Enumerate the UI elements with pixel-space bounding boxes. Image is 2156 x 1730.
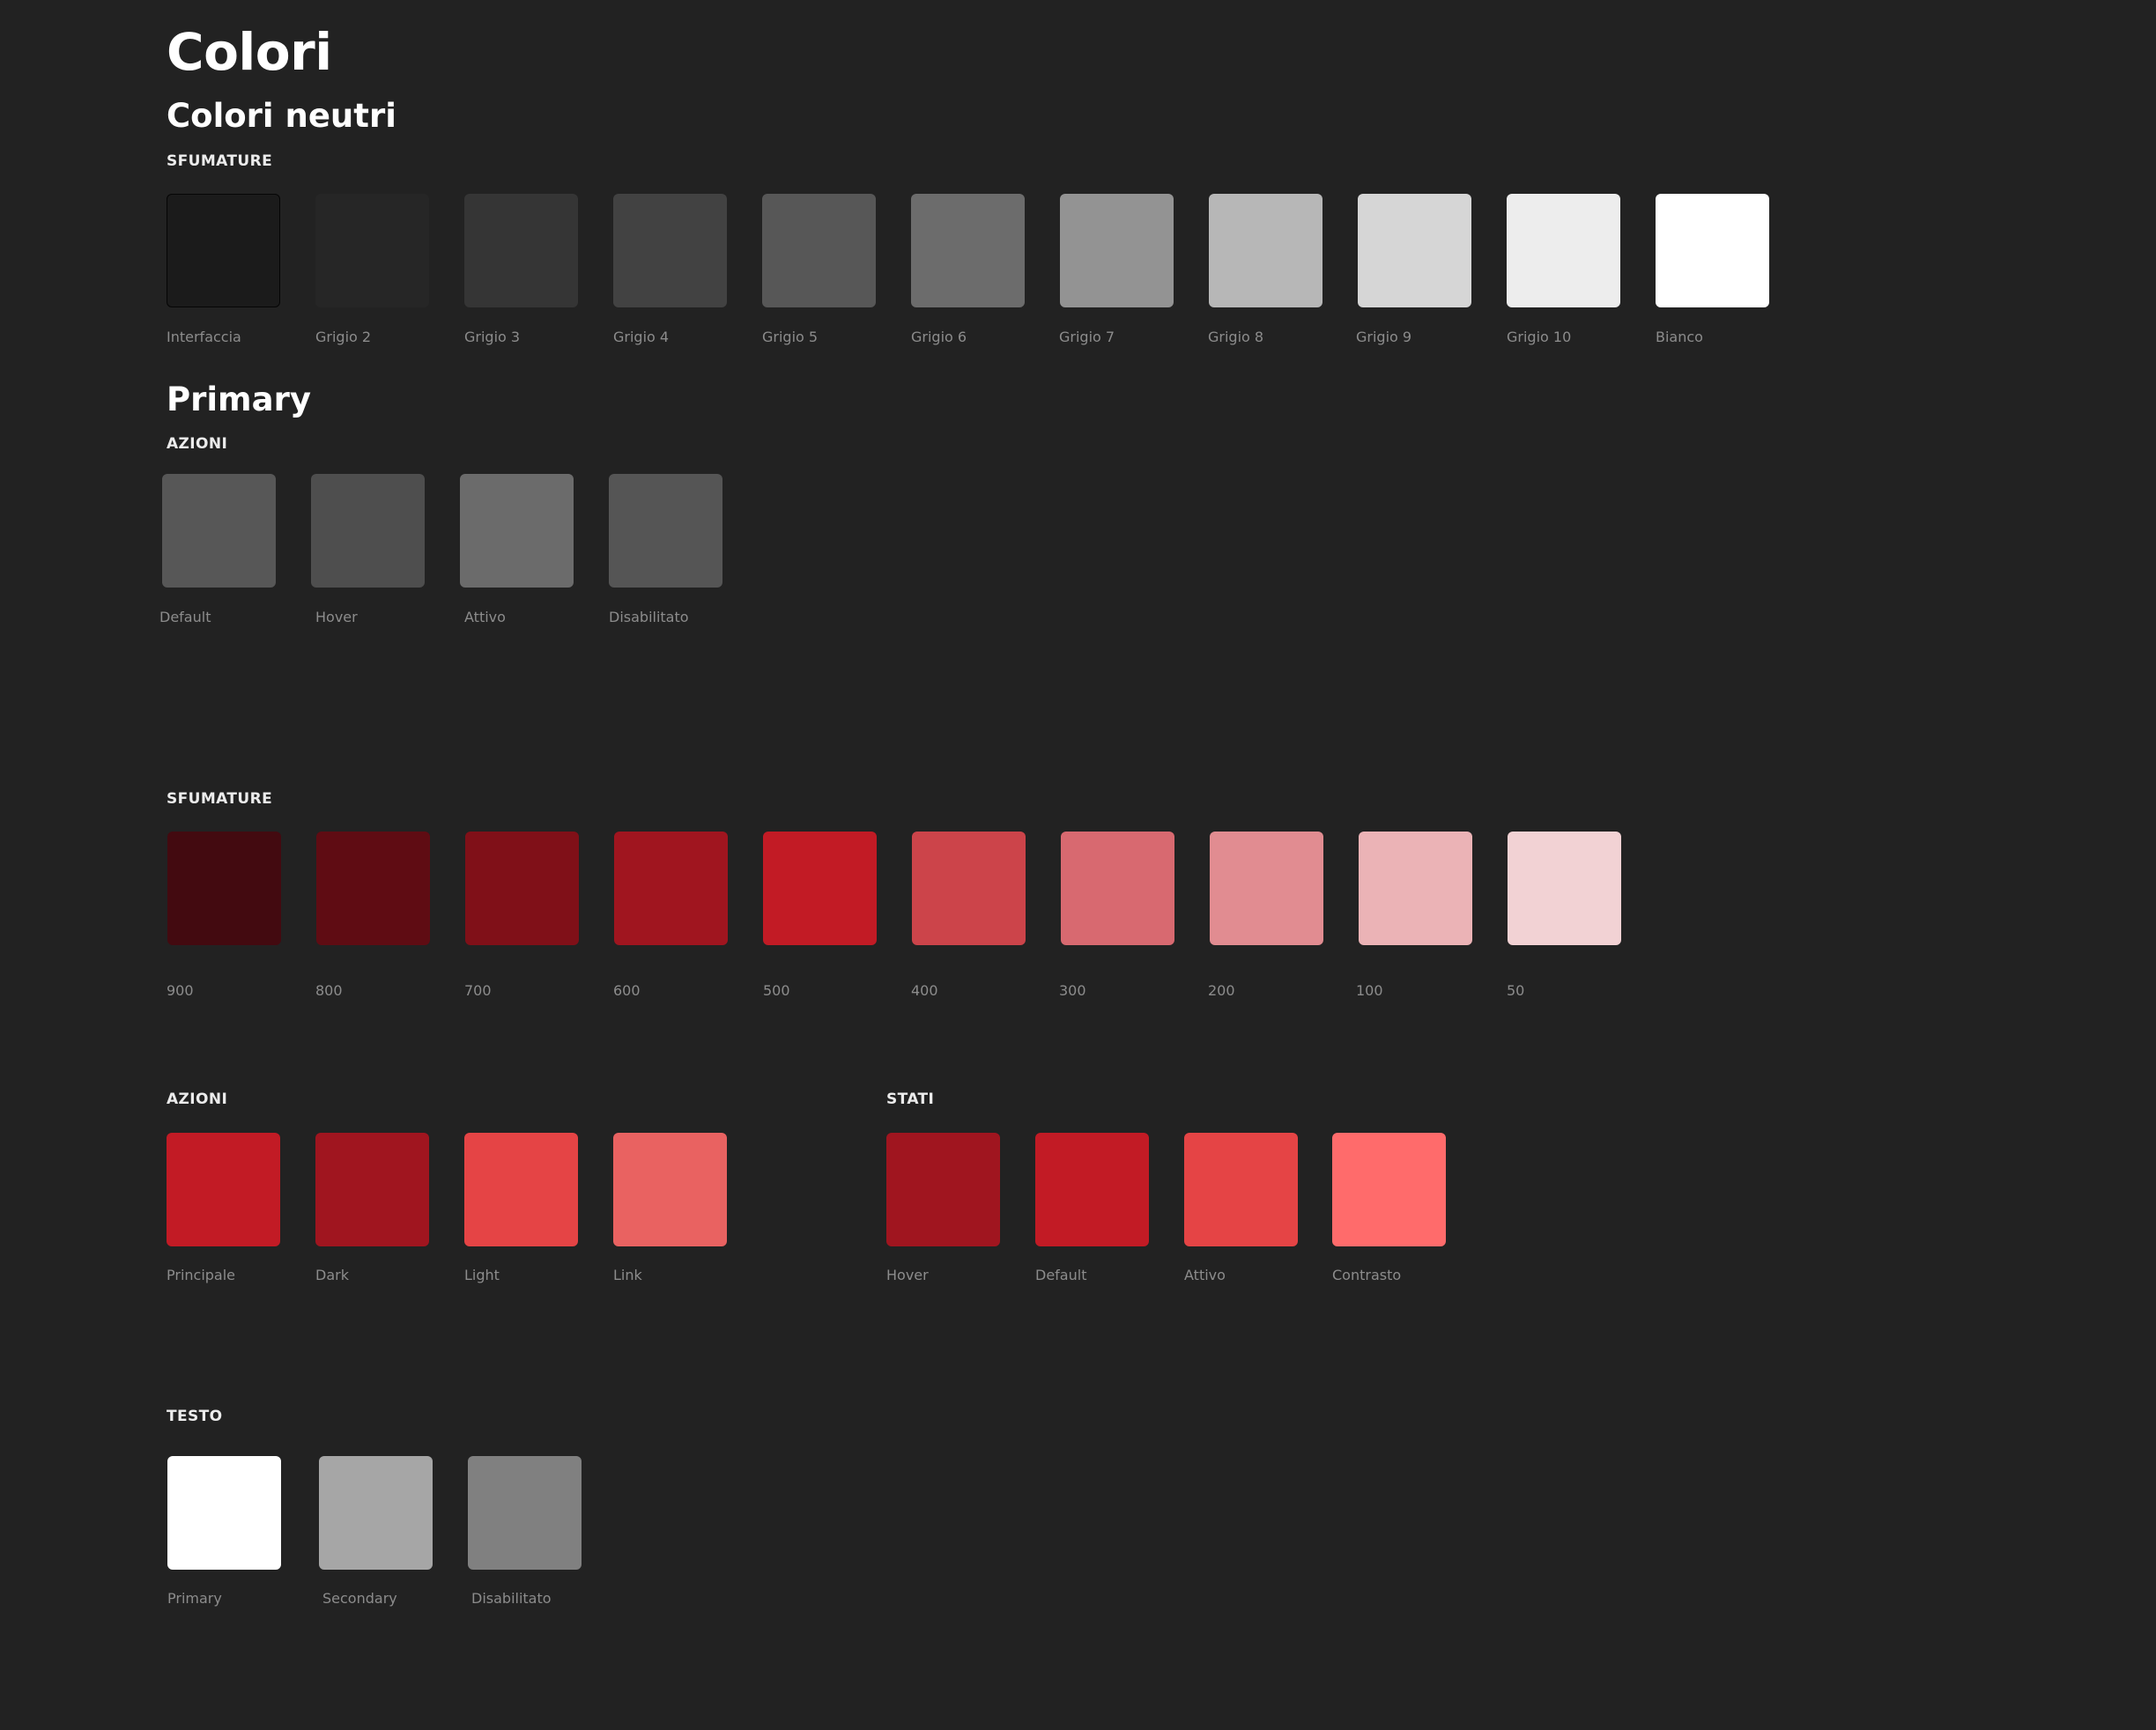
- neutral-grigio-9-label: Grigio 9: [1356, 329, 1412, 345]
- red-shades-900-swatch[interactable]: [167, 832, 281, 945]
- red-shades-200-swatch[interactable]: [1210, 832, 1323, 945]
- neutral-grigio-6-swatch[interactable]: [911, 194, 1025, 307]
- text-colors-label: TESTO: [167, 1408, 223, 1425]
- neutral-grigio-4-label: Grigio 4: [613, 329, 670, 345]
- red-shades-300-label: 300: [1059, 982, 1086, 999]
- red-shades-800-swatch[interactable]: [316, 832, 430, 945]
- red-shades-700-swatch[interactable]: [465, 832, 579, 945]
- red-shades-100-label: 100: [1356, 982, 1383, 999]
- red-shades-400-label: 400: [911, 982, 938, 999]
- red-states-contrasto-label: Contrasto: [1332, 1267, 1402, 1283]
- red-actions-principale-swatch[interactable]: [167, 1133, 280, 1246]
- red-shades-500-swatch[interactable]: [763, 832, 877, 945]
- primary-attivo-swatch[interactable]: [460, 474, 574, 588]
- red-shades-300-swatch[interactable]: [1061, 832, 1174, 945]
- primary-actions-label: AZIONI: [167, 435, 228, 453]
- red-actions-light-label: Light: [464, 1267, 500, 1283]
- red-shades-600-label: 600: [613, 982, 641, 999]
- neutral-grigio-2-label: Grigio 2: [315, 329, 372, 345]
- neutral-grigio-3-swatch[interactable]: [464, 194, 578, 307]
- red-states-attivo-label: Attivo: [1184, 1267, 1226, 1283]
- red-states-label: STATI: [886, 1090, 935, 1108]
- neutral-interfaccia-label: Interfaccia: [167, 329, 241, 345]
- red-shades-50-swatch[interactable]: [1508, 832, 1621, 945]
- neutral-grigio-7-label: Grigio 7: [1059, 329, 1115, 345]
- primary-hover-swatch[interactable]: [311, 474, 425, 588]
- primary-attivo-label: Attivo: [464, 609, 506, 625]
- neutral-bianco-label: Bianco: [1656, 329, 1703, 345]
- red-shades-700-label: 700: [464, 982, 492, 999]
- neutral-grigio-3-label: Grigio 3: [464, 329, 521, 345]
- text-primary-label: Primary: [167, 1590, 222, 1607]
- neutral-grigio-5-label: Grigio 5: [762, 329, 819, 345]
- primary-disabilitato-swatch[interactable]: [609, 474, 722, 588]
- page-title: Colori: [167, 22, 332, 82]
- red-shades-400-swatch[interactable]: [912, 832, 1026, 945]
- red-states-hover-label: Hover: [886, 1267, 929, 1283]
- text-disabilitato-swatch[interactable]: [468, 1456, 582, 1570]
- neutral-grigio-8-label: Grigio 8: [1208, 329, 1264, 345]
- neutral-grigio-7-swatch[interactable]: [1060, 194, 1174, 307]
- primary-heading: Primary: [167, 381, 311, 418]
- neutral-interfaccia-swatch[interactable]: [167, 194, 280, 307]
- primary-disabilitato-label: Disabilitato: [609, 609, 689, 625]
- neutral-shades-label: SFUMATURE: [167, 152, 273, 170]
- red-actions-light-swatch[interactable]: [464, 1133, 578, 1246]
- primary-default-swatch[interactable]: [162, 474, 276, 588]
- red-states-contrasto-swatch[interactable]: [1332, 1133, 1446, 1246]
- red-shades-900-label: 900: [167, 982, 194, 999]
- neutral-colors-heading: Colori neutri: [167, 97, 396, 135]
- red-actions-label: AZIONI: [167, 1090, 228, 1108]
- red-shades-label: SFUMATURE: [167, 790, 273, 808]
- neutral-grigio-6-label: Grigio 6: [911, 329, 967, 345]
- text-disabilitato-label: Disabilitato: [471, 1590, 552, 1607]
- red-shades-600-swatch[interactable]: [614, 832, 728, 945]
- red-shades-200-label: 200: [1208, 982, 1235, 999]
- text-secondary-label: Secondary: [322, 1590, 397, 1607]
- red-actions-link-label: Link: [613, 1267, 642, 1283]
- red-actions-principale-label: Principale: [167, 1267, 236, 1283]
- neutral-grigio-2-swatch[interactable]: [315, 194, 429, 307]
- red-shades-800-label: 800: [315, 982, 343, 999]
- neutral-grigio-4-swatch[interactable]: [613, 194, 727, 307]
- red-states-hover-swatch[interactable]: [886, 1133, 1000, 1246]
- neutral-bianco-swatch[interactable]: [1656, 194, 1769, 307]
- red-states-default-swatch[interactable]: [1035, 1133, 1149, 1246]
- neutral-grigio-8-swatch[interactable]: [1209, 194, 1322, 307]
- red-actions-dark-label: Dark: [315, 1267, 349, 1283]
- red-shades-500-label: 500: [763, 982, 790, 999]
- primary-hover-label: Hover: [315, 609, 358, 625]
- primary-default-label: Default: [159, 609, 211, 625]
- red-states-default-label: Default: [1035, 1267, 1087, 1283]
- neutral-grigio-5-swatch[interactable]: [762, 194, 876, 307]
- text-primary-swatch[interactable]: [167, 1456, 281, 1570]
- text-secondary-swatch[interactable]: [319, 1456, 433, 1570]
- red-actions-dark-swatch[interactable]: [315, 1133, 429, 1246]
- red-shades-50-label: 50: [1507, 982, 1525, 999]
- red-actions-link-swatch[interactable]: [613, 1133, 727, 1246]
- red-shades-100-swatch[interactable]: [1359, 832, 1472, 945]
- neutral-grigio-10-swatch[interactable]: [1507, 194, 1620, 307]
- neutral-grigio-9-swatch[interactable]: [1358, 194, 1471, 307]
- neutral-grigio-10-label: Grigio 10: [1507, 329, 1572, 345]
- red-states-attivo-swatch[interactable]: [1184, 1133, 1298, 1246]
